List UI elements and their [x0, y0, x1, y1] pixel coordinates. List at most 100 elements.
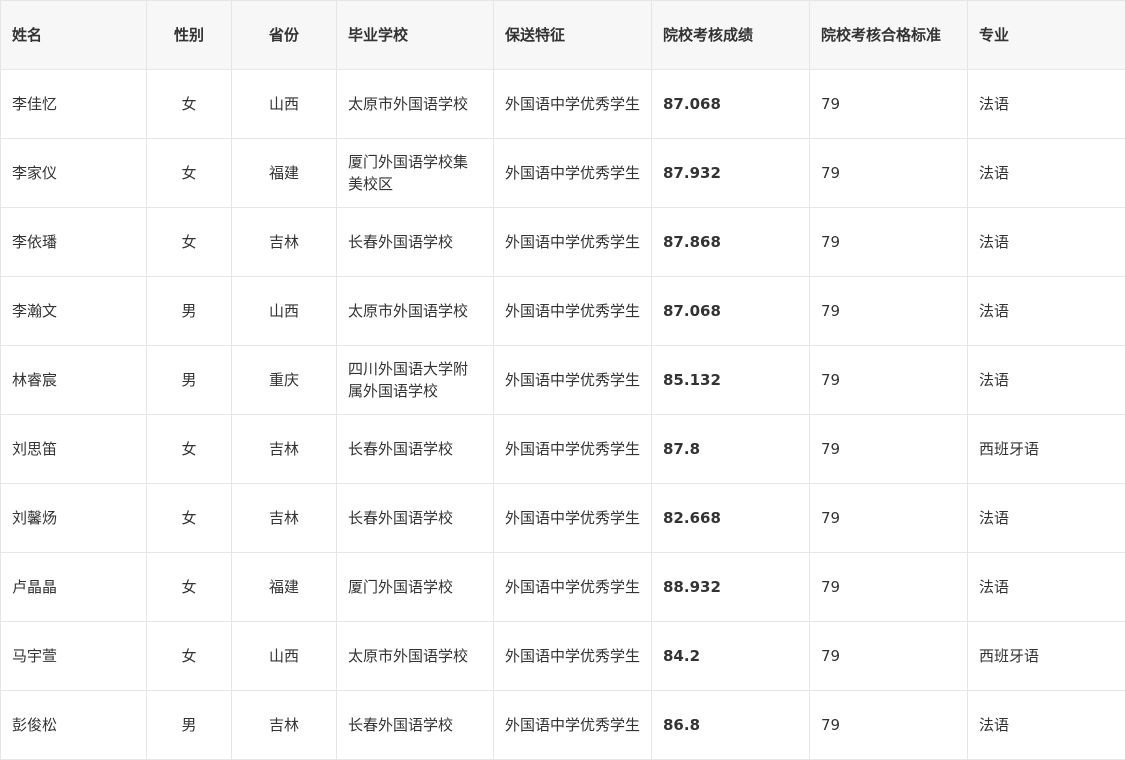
table-row: 卢晶晶 女 福建 厦门外国语学校 外国语中学优秀学生 88.932 79 法语 [0, 552, 1125, 622]
cell-gender: 女 [146, 207, 232, 277]
cell-school: 长春外国语学校 [336, 483, 494, 553]
cell-score: 84.2 [651, 621, 810, 691]
cell-name: 李佳忆 [0, 69, 147, 139]
cell-score: 87.932 [651, 138, 810, 208]
cell-major: 法语 [967, 207, 1125, 277]
cell-school: 长春外国语学校 [336, 207, 494, 277]
table-row: 李依璠 女 吉林 长春外国语学校 外国语中学优秀学生 87.868 79 法语 [0, 207, 1125, 277]
cell-score: 87.8 [651, 414, 810, 484]
cell-score: 88.932 [651, 552, 810, 622]
cell-province: 吉林 [231, 414, 337, 484]
cell-score: 86.8 [651, 690, 810, 760]
cell-school: 太原市外国语学校 [336, 69, 494, 139]
cell-score: 87.068 [651, 276, 810, 346]
cell-standard: 79 [809, 345, 968, 415]
cell-standard: 79 [809, 276, 968, 346]
cell-province: 福建 [231, 552, 337, 622]
cell-gender: 女 [146, 483, 232, 553]
cell-feature: 外国语中学优秀学生 [493, 276, 652, 346]
cell-standard: 79 [809, 414, 968, 484]
header-gender: 性别 [146, 0, 232, 70]
cell-school: 厦门外国语学校 [336, 552, 494, 622]
cell-name: 李瀚文 [0, 276, 147, 346]
cell-feature: 外国语中学优秀学生 [493, 69, 652, 139]
cell-school: 太原市外国语学校 [336, 621, 494, 691]
cell-province: 吉林 [231, 690, 337, 760]
header-row: 姓名 性别 省份 毕业学校 保送特征 院校考核成绩 院校考核合格标准 专业 [0, 0, 1125, 70]
cell-school: 长春外国语学校 [336, 690, 494, 760]
cell-gender: 女 [146, 621, 232, 691]
cell-major: 法语 [967, 276, 1125, 346]
admission-table: 姓名 性别 省份 毕业学校 保送特征 院校考核成绩 院校考核合格标准 专业 李佳… [0, 0, 1125, 760]
cell-major: 法语 [967, 552, 1125, 622]
cell-major: 法语 [967, 69, 1125, 139]
cell-score: 85.132 [651, 345, 810, 415]
cell-feature: 外国语中学优秀学生 [493, 138, 652, 208]
cell-feature: 外国语中学优秀学生 [493, 345, 652, 415]
table-row: 林睿宸 男 重庆 四川外国语大学附属外国语学校 外国语中学优秀学生 85.132… [0, 345, 1125, 415]
table-row: 刘思笛 女 吉林 长春外国语学校 外国语中学优秀学生 87.8 79 西班牙语 [0, 414, 1125, 484]
cell-name: 刘思笛 [0, 414, 147, 484]
cell-school: 太原市外国语学校 [336, 276, 494, 346]
cell-gender: 女 [146, 138, 232, 208]
cell-standard: 79 [809, 207, 968, 277]
header-province: 省份 [231, 0, 337, 70]
cell-school: 四川外国语大学附属外国语学校 [336, 345, 494, 415]
header-name: 姓名 [0, 0, 147, 70]
cell-gender: 女 [146, 69, 232, 139]
cell-standard: 79 [809, 690, 968, 760]
cell-name: 林睿宸 [0, 345, 147, 415]
cell-feature: 外国语中学优秀学生 [493, 414, 652, 484]
table-header: 姓名 性别 省份 毕业学校 保送特征 院校考核成绩 院校考核合格标准 专业 [0, 0, 1125, 70]
cell-major: 法语 [967, 690, 1125, 760]
cell-name: 刘馨炀 [0, 483, 147, 553]
table-row: 彭俊松 男 吉林 长春外国语学校 外国语中学优秀学生 86.8 79 法语 [0, 690, 1125, 760]
cell-name: 彭俊松 [0, 690, 147, 760]
table-row: 李瀚文 男 山西 太原市外国语学校 外国语中学优秀学生 87.068 79 法语 [0, 276, 1125, 346]
cell-standard: 79 [809, 69, 968, 139]
header-standard: 院校考核合格标准 [809, 0, 968, 70]
table-row: 刘馨炀 女 吉林 长春外国语学校 外国语中学优秀学生 82.668 79 法语 [0, 483, 1125, 553]
cell-province: 吉林 [231, 207, 337, 277]
header-major: 专业 [967, 0, 1125, 70]
cell-feature: 外国语中学优秀学生 [493, 690, 652, 760]
cell-name: 卢晶晶 [0, 552, 147, 622]
cell-school: 长春外国语学校 [336, 414, 494, 484]
table-body: 李佳忆 女 山西 太原市外国语学校 外国语中学优秀学生 87.068 79 法语… [0, 69, 1125, 760]
cell-province: 福建 [231, 138, 337, 208]
cell-major: 西班牙语 [967, 414, 1125, 484]
table-row: 李佳忆 女 山西 太原市外国语学校 外国语中学优秀学生 87.068 79 法语 [0, 69, 1125, 139]
cell-feature: 外国语中学优秀学生 [493, 207, 652, 277]
cell-score: 87.868 [651, 207, 810, 277]
cell-gender: 女 [146, 552, 232, 622]
cell-gender: 女 [146, 414, 232, 484]
table-row: 李家仪 女 福建 厦门外国语学校集美校区 外国语中学优秀学生 87.932 79… [0, 138, 1125, 208]
cell-gender: 男 [146, 276, 232, 346]
cell-standard: 79 [809, 552, 968, 622]
cell-province: 山西 [231, 276, 337, 346]
cell-feature: 外国语中学优秀学生 [493, 621, 652, 691]
cell-province: 吉林 [231, 483, 337, 553]
cell-score: 82.668 [651, 483, 810, 553]
cell-school: 厦门外国语学校集美校区 [336, 138, 494, 208]
cell-province: 山西 [231, 69, 337, 139]
cell-name: 李依璠 [0, 207, 147, 277]
header-school: 毕业学校 [336, 0, 494, 70]
cell-name: 马宇萱 [0, 621, 147, 691]
table-row: 马宇萱 女 山西 太原市外国语学校 外国语中学优秀学生 84.2 79 西班牙语 [0, 621, 1125, 691]
cell-major: 西班牙语 [967, 621, 1125, 691]
cell-name: 李家仪 [0, 138, 147, 208]
cell-standard: 79 [809, 621, 968, 691]
cell-major: 法语 [967, 345, 1125, 415]
cell-province: 山西 [231, 621, 337, 691]
cell-gender: 男 [146, 345, 232, 415]
cell-gender: 男 [146, 690, 232, 760]
cell-score: 87.068 [651, 69, 810, 139]
cell-feature: 外国语中学优秀学生 [493, 483, 652, 553]
cell-province: 重庆 [231, 345, 337, 415]
cell-major: 法语 [967, 138, 1125, 208]
cell-standard: 79 [809, 138, 968, 208]
cell-major: 法语 [967, 483, 1125, 553]
header-score: 院校考核成绩 [651, 0, 810, 70]
header-feature: 保送特征 [493, 0, 652, 70]
